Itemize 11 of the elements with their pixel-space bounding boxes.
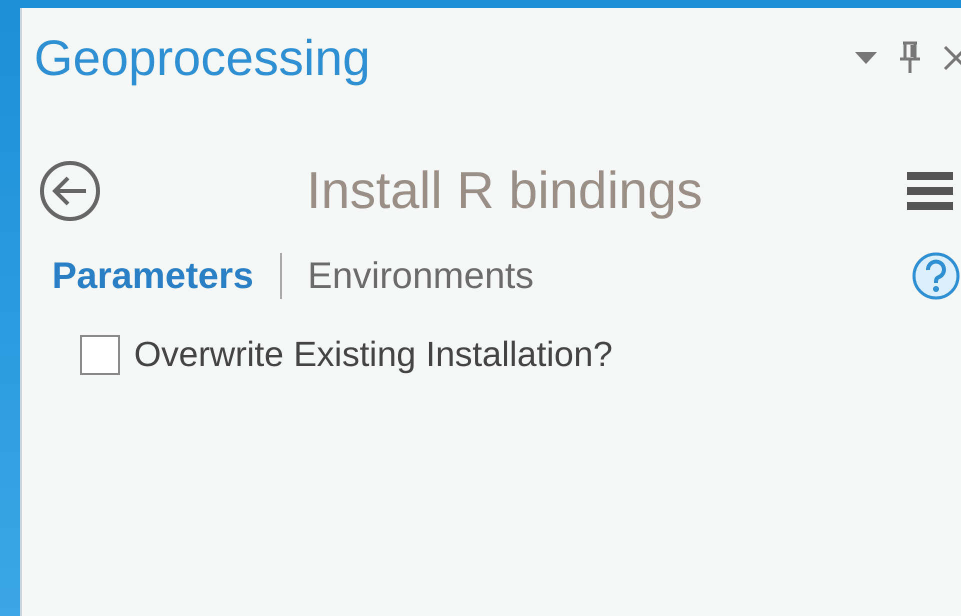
pane-title: Geoprocessing	[34, 29, 370, 87]
tab[interactable]: Environments	[308, 255, 534, 297]
tab[interactable]: Parameters	[52, 255, 254, 297]
dropdown-icon[interactable]	[855, 52, 877, 64]
help-icon[interactable]	[911, 251, 961, 301]
checkbox-label: Overwrite Existing Installation?	[134, 335, 613, 375]
pin-icon[interactable]	[899, 41, 921, 75]
back-icon[interactable]	[38, 158, 102, 222]
checkbox[interactable]	[80, 335, 120, 375]
menu-icon[interactable]	[907, 170, 953, 210]
tool-title: Install R bindings	[306, 160, 702, 220]
